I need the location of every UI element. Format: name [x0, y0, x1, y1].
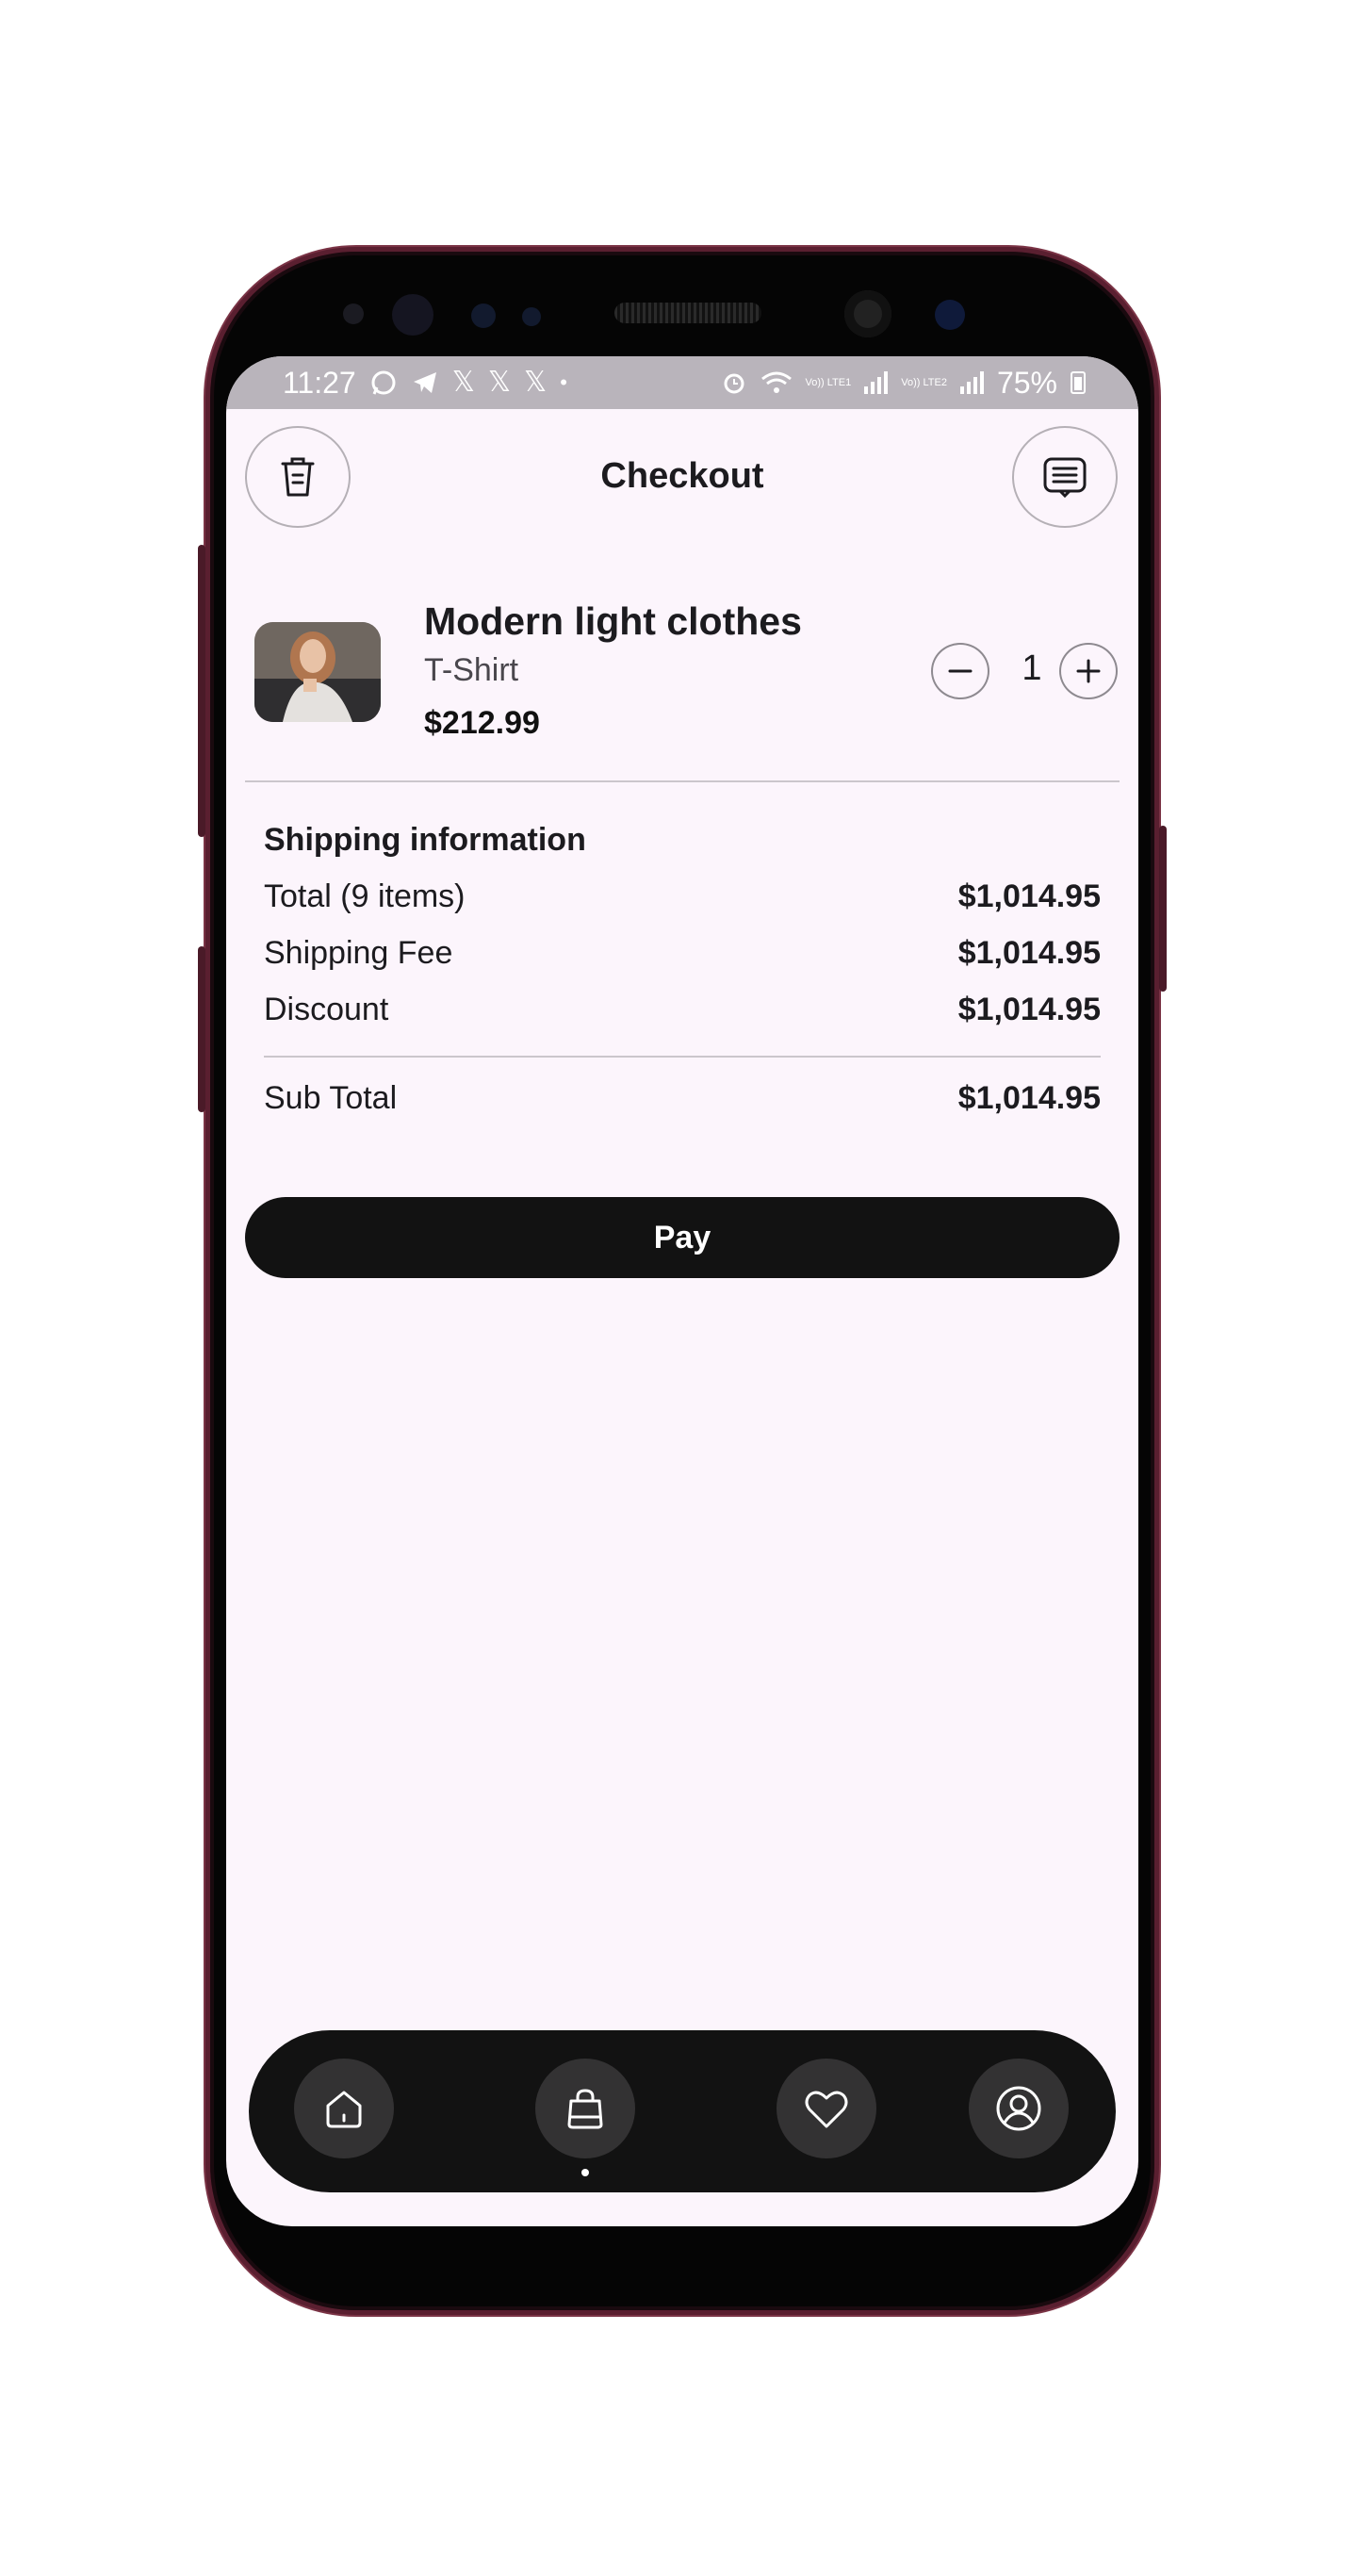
plus-icon	[1076, 659, 1101, 683]
product-type: T-Shirt	[424, 652, 519, 688]
subtotal-label: Sub Total	[264, 1080, 398, 1116]
x-icon: 𝕏	[451, 367, 475, 398]
subtotal-divider	[264, 1056, 1101, 1058]
quantity-value: 1	[1022, 648, 1042, 688]
sim2-label: Vo)) LTE2	[901, 377, 947, 388]
profile-icon	[996, 2086, 1041, 2131]
power-button	[1159, 826, 1167, 992]
nav-favorites[interactable]	[777, 2059, 876, 2158]
bottom-nav	[249, 2030, 1116, 2192]
telegram-icon	[413, 372, 436, 393]
nav-profile[interactable]	[969, 2059, 1069, 2158]
front-camera	[844, 290, 891, 337]
sim1-label: Vo)) LTE1	[805, 377, 852, 388]
heart-icon	[805, 2091, 848, 2128]
receipt-button[interactable]	[1012, 426, 1118, 528]
status-right: Vo)) LTE1 Vo)) LTE2 75%	[721, 356, 1086, 409]
decrease-quantity-button[interactable]	[931, 643, 989, 699]
total-items-label: Total (9 items)	[264, 878, 466, 914]
proximity-sensor	[343, 304, 364, 324]
light-sensor	[471, 304, 496, 328]
subtotal-value: $1,014.95	[957, 1080, 1101, 1116]
receipt-icon	[1043, 457, 1087, 499]
status-time: 11:27	[283, 366, 356, 400]
item-divider	[245, 780, 1120, 782]
volume-down-button	[198, 946, 205, 1112]
status-left: 11:27 𝕏 𝕏 𝕏 •	[283, 356, 567, 409]
model-photo	[254, 622, 381, 722]
iris-sensor	[392, 294, 433, 336]
nav-home[interactable]	[294, 2059, 394, 2158]
signal-icon	[864, 371, 889, 394]
ir-sensor	[522, 307, 541, 326]
signal-icon	[959, 371, 984, 394]
total-items-value: $1,014.95	[957, 878, 1101, 914]
shipping-fee-value: $1,014.95	[957, 935, 1101, 971]
shopping-bag-icon	[567, 2089, 603, 2129]
whatsapp-icon	[371, 370, 396, 395]
pay-button[interactable]: Pay	[245, 1197, 1120, 1278]
nav-cart[interactable]	[535, 2059, 635, 2176]
shipping-info-title: Shipping information	[264, 822, 586, 858]
active-indicator	[581, 2169, 589, 2176]
increase-quantity-button[interactable]	[1059, 643, 1118, 699]
status-bar: 11:27 𝕏 𝕏 𝕏 • Vo)) LTE1 Vo)) LTE2 75%	[226, 356, 1138, 409]
product-image	[254, 622, 381, 722]
minus-icon	[948, 669, 973, 673]
notification-dot-icon: •	[560, 370, 567, 394]
volume-up-button	[198, 545, 205, 837]
x-icon: 𝕏	[487, 367, 512, 398]
battery-icon	[1071, 371, 1086, 394]
alarm-icon	[724, 373, 744, 394]
earpiece-speaker	[614, 303, 761, 323]
battery-percentage: 75%	[996, 366, 1057, 400]
discount-label: Discount	[264, 992, 389, 1027]
discount-value: $1,014.95	[957, 992, 1101, 1027]
product-price: $212.99	[424, 705, 540, 741]
page-title: Checkout	[600, 456, 764, 496]
app-screen: 11:27 𝕏 𝕏 𝕏 • Vo)) LTE1 Vo)) LTE2 75% Ch…	[226, 356, 1138, 2226]
wifi-icon	[760, 371, 792, 393]
shipping-fee-label: Shipping Fee	[264, 935, 453, 971]
x-icon: 𝕏	[524, 367, 548, 398]
iris-camera	[935, 300, 965, 330]
home-icon	[326, 2091, 362, 2128]
product-name: Modern light clothes	[424, 599, 802, 643]
